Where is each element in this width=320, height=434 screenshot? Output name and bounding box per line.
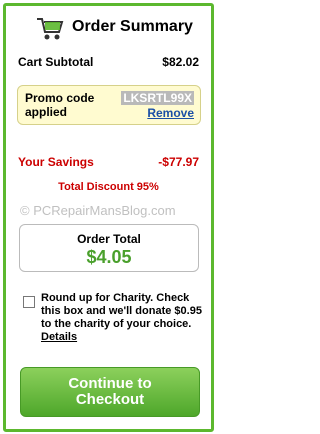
cart-subtotal-label: Cart Subtotal [18,55,94,69]
total-discount-text: Total Discount 95% [58,181,159,193]
cart-subtotal-value: $82.02 [162,55,199,69]
order-total-value: $4.05 [86,247,132,267]
cart-icon [37,18,64,40]
order-summary-title: Order Summary [72,18,193,35]
promo-code-value: LKSRTL99X [121,91,194,105]
remove-promo-link[interactable]: Remove [147,106,194,120]
watermark-text: © PCRepairMansBlog.com [20,203,176,218]
promo-code-box: Promo code applied LKSRTL99X Remove [17,85,201,125]
charity-description: Round up for Charity. Check this box and… [41,292,202,330]
checkout-button-line2: Checkout [75,391,145,408]
charity-text: Round up for Charity. Check this box and… [41,292,206,344]
checkout-button-line1: Continue to [68,375,152,392]
order-summary-header: Order Summary [6,12,211,46]
charity-checkbox[interactable] [23,296,35,308]
savings-value: -$77.97 [158,155,199,169]
promo-code-label: Promo code applied [25,91,95,119]
charity-details-link[interactable]: Details [41,331,77,343]
order-total-label: Order Total [77,232,141,246]
order-total-box: Order Total $4.05 [19,224,199,272]
order-summary-panel: Order Summary Cart Subtotal $82.02 Promo… [3,3,214,432]
savings-label: Your Savings [18,155,94,169]
continue-to-checkout-button[interactable]: Continue to Checkout [20,367,200,417]
